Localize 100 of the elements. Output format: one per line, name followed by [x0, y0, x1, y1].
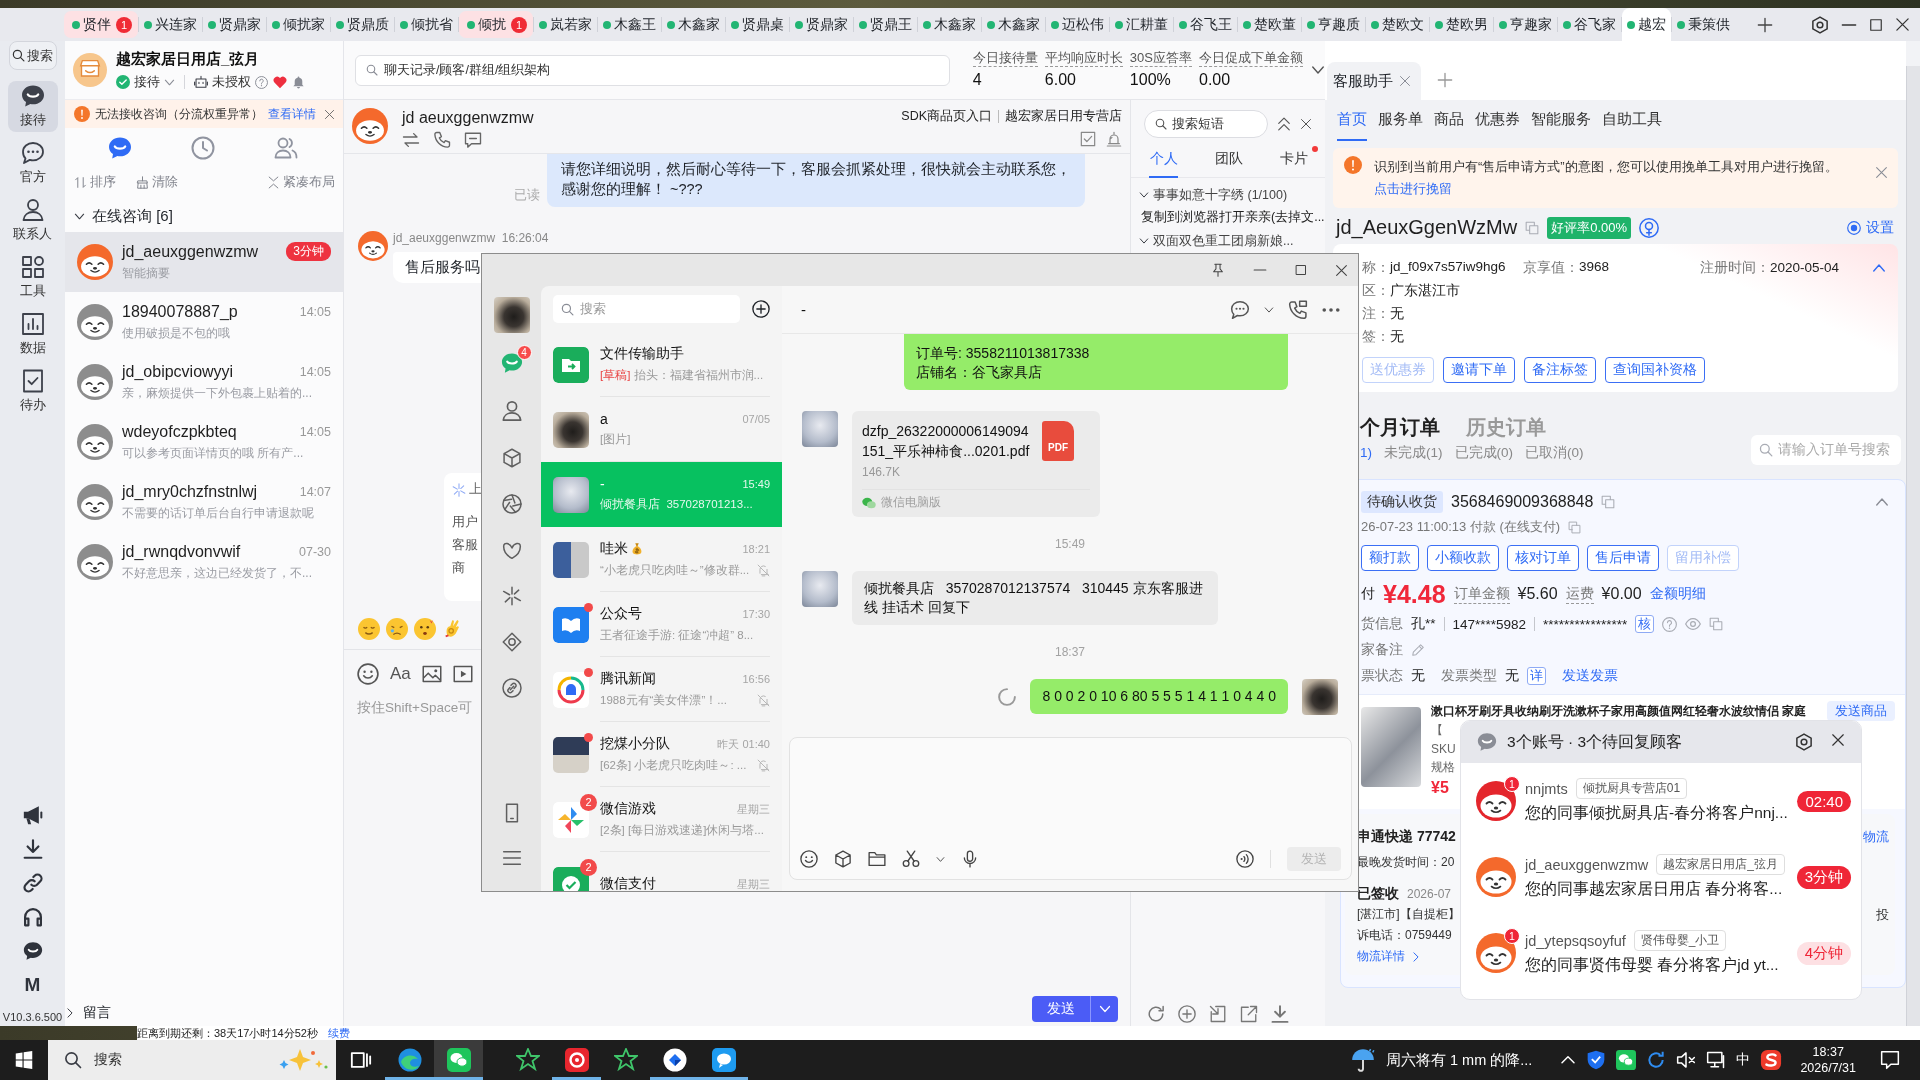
refresh-icon[interactable]: [1147, 1005, 1165, 1023]
order-tab[interactable]: 个月订单: [1360, 413, 1440, 441]
nav-tab[interactable]: 商品: [1434, 100, 1464, 141]
close-icon[interactable]: [1335, 263, 1348, 277]
amount-details-link[interactable]: 金额明细: [1649, 585, 1706, 603]
format-button[interactable]: Aa: [390, 663, 411, 685]
emoji-icon[interactable]: [357, 663, 379, 685]
store-tab[interactable]: 亨趣质: [1302, 11, 1365, 38]
conversation-item[interactable]: jd_mry0chzfnstnlwj 14:07 不需要的话订单后台自行申请退款呢: [65, 472, 343, 532]
group-header[interactable]: 留言: [65, 1000, 343, 1026]
store-tab[interactable]: 贤伴 1: [64, 11, 138, 38]
diamond-app-icon[interactable]: [662, 1048, 687, 1072]
clock[interactable]: 18:37 2026/7/31: [1800, 1044, 1856, 1076]
store-tab[interactable]: 秉策供: [1672, 11, 1735, 38]
store-tab[interactable]: 楚欧董: [1238, 11, 1301, 38]
sort-button[interactable]: 排序: [74, 173, 116, 191]
store-tab[interactable]: 楚欧文: [1366, 11, 1429, 38]
video-icon[interactable]: [452, 664, 473, 684]
umbrella-rain-icon[interactable]: [1350, 1047, 1376, 1073]
nav-tab[interactable]: 智能服务: [1531, 100, 1591, 141]
group-header[interactable]: 在线咨询 [6]: [65, 200, 343, 232]
action-button[interactable]: 小额收款: [1427, 545, 1499, 571]
message-icon[interactable]: [464, 131, 482, 149]
store-tab[interactable]: 楚欧男: [1430, 11, 1493, 38]
phrase-tab[interactable]: 个人: [1131, 148, 1196, 178]
pin-icon[interactable]: [1211, 263, 1225, 277]
renew-link[interactable]: 续费: [327, 1025, 350, 1041]
settings-toggle[interactable]: 设置: [1847, 218, 1894, 237]
store-tab[interactable]: 岚若家: [534, 11, 597, 38]
add-icon[interactable]: [752, 300, 770, 318]
heart-icon[interactable]: [273, 75, 287, 89]
store-tab[interactable]: 越宏: [1622, 8, 1671, 41]
clock-icon[interactable]: [190, 136, 215, 160]
export-icon[interactable]: [1240, 1005, 1258, 1023]
bell-icon[interactable]: [1106, 131, 1122, 147]
caret-down-icon[interactable]: [1264, 304, 1274, 315]
store-tab[interactable]: 木鑫王: [598, 11, 661, 38]
sad-face-icon[interactable]: [386, 618, 408, 640]
clear-button[interactable]: 清除: [136, 173, 178, 191]
verify-button[interactable]: 核: [1635, 615, 1655, 633]
microphone-icon[interactable]: [961, 850, 979, 868]
link-circle-icon[interactable]: [501, 678, 522, 698]
link-icon[interactable]: [22, 873, 43, 893]
checkbox-icon[interactable]: [1080, 131, 1096, 147]
megaphone-icon[interactable]: [22, 805, 43, 825]
store-tab[interactable]: 倾扰省: [395, 11, 458, 38]
store-tab[interactable]: 迈松伟: [1046, 11, 1109, 38]
menu-icon[interactable]: [501, 848, 522, 868]
task-view-icon[interactable]: [349, 1049, 372, 1071]
retain-link[interactable]: 点击进行挽留: [1374, 181, 1452, 196]
store-tab[interactable]: 木鑫家: [982, 11, 1045, 38]
chat-item[interactable]: 哇米 18:21 “小老虎只吃肉哇～”修改群...: [541, 527, 782, 592]
input-method-app-icon[interactable]: [1760, 1049, 1783, 1071]
nav-item[interactable]: 数据: [7, 309, 58, 360]
phrase-group[interactable]: 双面双色重工团扇新娘...: [1131, 230, 1325, 252]
import-icon[interactable]: [1209, 1005, 1227, 1023]
status-dropdown[interactable]: 接待: [116, 73, 175, 91]
conversation-item[interactable]: jd_rwnqdvonvwif 07-30 不好意思亲，这边已经发货了，不...: [65, 532, 343, 592]
phrase-tab[interactable]: 团队: [1196, 148, 1261, 178]
maximize-icon[interactable]: [1869, 17, 1883, 32]
store-tab[interactable]: 木鑫家: [918, 11, 981, 38]
blush-face-icon[interactable]: [414, 618, 436, 640]
store-tab[interactable]: 兴连家: [139, 11, 202, 38]
store-tab[interactable]: 谷飞家: [1558, 11, 1621, 38]
details-button[interactable]: 详: [1527, 667, 1546, 685]
search-field[interactable]: 搜索短语: [1144, 110, 1268, 138]
chat-item[interactable]: 文件传输助手 [草稿] 抬头：福建省福州市润...: [541, 332, 782, 397]
aperture-icon[interactable]: [501, 494, 522, 514]
chat-item[interactable]: 腾讯新闻 16:56 1988元有“美女伴漂”！...: [541, 657, 782, 722]
cube-icon[interactable]: [834, 850, 852, 868]
settings-icon[interactable]: [1811, 15, 1829, 34]
send-product-button[interactable]: 发送商品: [1827, 701, 1895, 721]
browser-icon[interactable]: [397, 1048, 422, 1072]
add-tab-icon[interactable]: [1757, 16, 1773, 33]
pending-customer-item[interactable]: jd_aeuxggenwzmw 越宏家居日用店_弦月 您的同事越宏家居日用店 春分将客... 3分钟: [1461, 839, 1861, 915]
send-invoice-link[interactable]: 发送发票: [1562, 667, 1618, 685]
search-field[interactable]: 聊天记录/顾客/群组/组织架构: [355, 54, 950, 86]
store-tab[interactable]: 贤鼎家: [203, 11, 266, 38]
details-link[interactable]: 查看详情: [268, 105, 316, 123]
chats-icon[interactable]: [500, 352, 523, 374]
store-tab[interactable]: 汇耕董: [1110, 11, 1173, 38]
folder-icon[interactable]: [868, 850, 886, 868]
action-button[interactable]: 备注标签: [1524, 357, 1596, 383]
conversation-item[interactable]: jd_obipcviowyyi 14:05 亲，麻烦提供一下外包裹上贴着的...: [65, 352, 343, 412]
sparkle-icon[interactable]: [501, 586, 522, 606]
action-button[interactable]: 查询国补资格: [1605, 357, 1705, 383]
conversation-item[interactable]: 18940078887_p 14:05 使用破损是不包的哦: [65, 292, 343, 352]
sync-icon[interactable]: [1646, 1050, 1667, 1070]
phrase-item[interactable]: 复制到浏览器打开亲亲(去掉文...: [1131, 206, 1325, 228]
emoji-icon[interactable]: [800, 850, 818, 868]
maximize-icon[interactable]: [1295, 264, 1307, 276]
speaker-muted-icon[interactable]: [1676, 1050, 1697, 1070]
close-icon[interactable]: [324, 108, 335, 120]
nav-item[interactable]: 官方: [7, 138, 58, 189]
store-tab[interactable]: 倾扰家: [267, 11, 330, 38]
nav-tab[interactable]: 优惠券: [1475, 100, 1520, 141]
chat-face-icon[interactable]: [22, 941, 43, 961]
scissors-icon[interactable]: [902, 850, 920, 868]
store-tab[interactable]: 谷飞王: [1174, 11, 1237, 38]
auth-status[interactable]: 未授权: [194, 73, 268, 91]
